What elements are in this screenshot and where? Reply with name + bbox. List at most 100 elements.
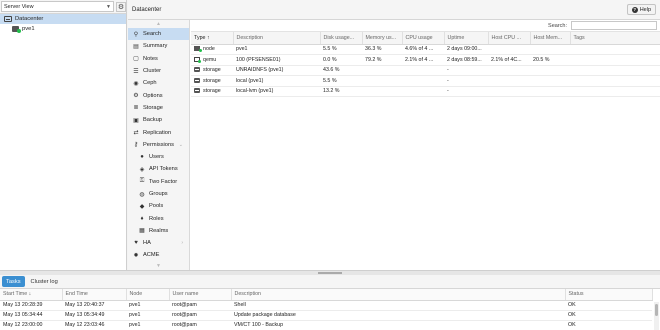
menu-item-backup[interactable]: ▣ Backup: [128, 114, 189, 126]
cell-tags: [570, 75, 660, 87]
menu-item-acme[interactable]: ✹ ACME: [128, 249, 189, 261]
menu-item-search[interactable]: ⚲ Search: [128, 28, 189, 41]
user-icon: ●: [140, 154, 144, 161]
cell-tags: [570, 44, 660, 55]
menu-item-cluster[interactable]: ☰ Cluster: [128, 65, 189, 77]
menu-item-notes[interactable]: ▢ Notes: [128, 53, 189, 65]
cell-user: root@pam: [169, 320, 231, 330]
scroll-down-icon[interactable]: ▼: [128, 262, 189, 270]
table-row[interactable]: node pve1 5.5 % 36.3 % 4.6% of 4 ... 2 days 0…: [191, 44, 660, 55]
cell-memory: [362, 86, 402, 97]
chevron-down-icon: ▼: [106, 3, 111, 10]
menu-item-roles[interactable]: ♦ Roles: [128, 212, 189, 224]
menu-item-label: Groups: [149, 191, 168, 197]
column-header[interactable]: End Time: [62, 289, 127, 301]
tree-toolbar: Server View ▼ ⚙: [0, 0, 126, 14]
view-select[interactable]: Server View ▼: [1, 1, 114, 12]
table-row[interactable]: storage UNRAIDNFS (pve1) 43.6 % -: [191, 65, 660, 76]
menu-item-groups[interactable]: ◍ Groups: [128, 188, 189, 200]
column-header[interactable]: Host Mem...: [530, 32, 571, 45]
menu-item-realms[interactable]: ▦ Realms: [128, 225, 189, 237]
table-row[interactable]: storage local-lvm (pve1) 13.2 % -: [191, 86, 660, 97]
cell-status: OK: [565, 300, 652, 311]
tab-tasks[interactable]: Tasks: [2, 276, 25, 287]
menu-item-label: Notes: [143, 55, 158, 62]
menu-item-label: HA: [143, 240, 151, 247]
task-row[interactable]: May 13 05:34:44 May 13 05:34:49 pve1 root@p…: [0, 310, 652, 321]
menu-item-label: Search: [143, 31, 162, 38]
column-header[interactable]: Uptime: [444, 32, 489, 45]
column-header[interactable]: Host CPU ...: [488, 32, 531, 45]
column-header[interactable]: Disk usage...: [320, 32, 363, 45]
cell-uptime: -: [444, 86, 488, 97]
menu-item-storage[interactable]: ≣ Storage: [128, 102, 189, 114]
cell-user: root@pam: [169, 300, 231, 311]
cell-host-cpu: 2.1% of 4C...: [488, 54, 530, 66]
type-label: storage: [203, 67, 221, 74]
task-row[interactable]: May 12 23:00:00 May 12 23:03:46 pve1 root@p…: [0, 320, 652, 330]
menu-item-label: Storage: [143, 104, 163, 111]
menu-item-ha[interactable]: ♥ HA ›: [128, 237, 189, 249]
tree-item-datacenter[interactable]: Datacenter: [0, 14, 126, 24]
task-row[interactable]: May 13 20:28:39 May 13 20:40:37 pve1 root@p…: [0, 300, 652, 311]
gear-icon: ⚙: [133, 93, 139, 100]
search-icon: ⚲: [133, 31, 139, 38]
cluster-icon: ☰: [133, 68, 139, 75]
column-header[interactable]: User name: [169, 289, 232, 301]
menu-item-label: Realms: [149, 227, 169, 234]
help-button[interactable]: ? Help: [626, 4, 656, 15]
menu-item-summary[interactable]: ▤ Summary: [128, 40, 189, 52]
column-header[interactable]: CPU usage: [402, 32, 445, 45]
tree-item-pve1[interactable]: pve1: [0, 24, 126, 34]
tab-cluster-log[interactable]: Cluster log: [27, 276, 62, 287]
menu-item-label: Users: [149, 154, 164, 161]
menu-item-pools[interactable]: ◆ Pools: [128, 200, 189, 212]
cell-tags: [570, 65, 660, 76]
gear-icon[interactable]: ⚙: [116, 1, 126, 12]
cell-host-cpu: [488, 65, 530, 76]
cell-cpu: 2.1% of 4 ...: [402, 54, 444, 66]
cell-disk: 43.6 %: [320, 65, 362, 76]
male-icon: ♦: [140, 215, 144, 222]
cell-type: storage: [191, 75, 233, 87]
menu-item-options[interactable]: ⚙ Options: [128, 89, 189, 101]
view-select-value: Server View: [4, 3, 34, 10]
certificate-icon: ✹: [133, 252, 139, 259]
column-header[interactable]: Memory us...: [362, 32, 403, 45]
log-scrollbar[interactable]: [654, 302, 659, 330]
menu-item-label: Backup: [143, 117, 162, 124]
table-row[interactable]: qemu 100 (PFSENSE01) 0.0 % 79.2 % 2.1% of 4 …: [191, 54, 660, 66]
key-icon: ⚿: [139, 178, 145, 185]
scroll-up-icon[interactable]: ▲: [128, 20, 189, 28]
table-row[interactable]: storage local (pve1) 5.5 % -: [191, 75, 660, 87]
cell-end: May 13 05:34:49: [62, 310, 126, 321]
cell-host-mem: [530, 44, 570, 55]
cell-uptime: -: [444, 65, 488, 76]
menu-item-ceph[interactable]: ◉ Ceph: [128, 77, 189, 89]
unlock-icon: ⚷: [133, 142, 139, 149]
task-log-panel: Tasks Cluster log Start Time ↓ End Time No…: [0, 275, 660, 330]
column-header[interactable]: Description: [231, 289, 566, 301]
column-header[interactable]: Description: [233, 32, 321, 45]
type-label: node: [203, 46, 215, 53]
column-header[interactable]: Start Time ↓: [0, 289, 63, 301]
menu-item-label: Options: [143, 92, 163, 99]
database-icon: [194, 67, 200, 73]
search-input[interactable]: [571, 21, 657, 30]
column-header[interactable]: Type ↑: [191, 32, 234, 45]
menu-item-api-tokens[interactable]: ◈ API Tokens: [128, 163, 189, 175]
menu-item-replication[interactable]: ⇄ Replication: [128, 126, 189, 138]
column-header[interactable]: Node: [126, 289, 170, 301]
page-title: Datacenter: [132, 6, 162, 13]
column-header[interactable]: Tags: [570, 32, 660, 45]
column-header[interactable]: Status: [565, 289, 653, 301]
cell-cpu: [402, 75, 444, 87]
cell-host-mem: 20.5 %: [530, 54, 570, 66]
cell-cpu: [402, 86, 444, 97]
menu-item-two-factor[interactable]: ⚿ Two Factor: [128, 176, 189, 188]
help-label: Help: [639, 6, 651, 13]
menu-item-users[interactable]: ● Users: [128, 151, 189, 163]
menu-item-permissions[interactable]: ⚷ Permissions ⌄: [128, 139, 189, 151]
menu-item-label: Pools: [149, 203, 164, 210]
monitor-icon: [194, 56, 201, 63]
